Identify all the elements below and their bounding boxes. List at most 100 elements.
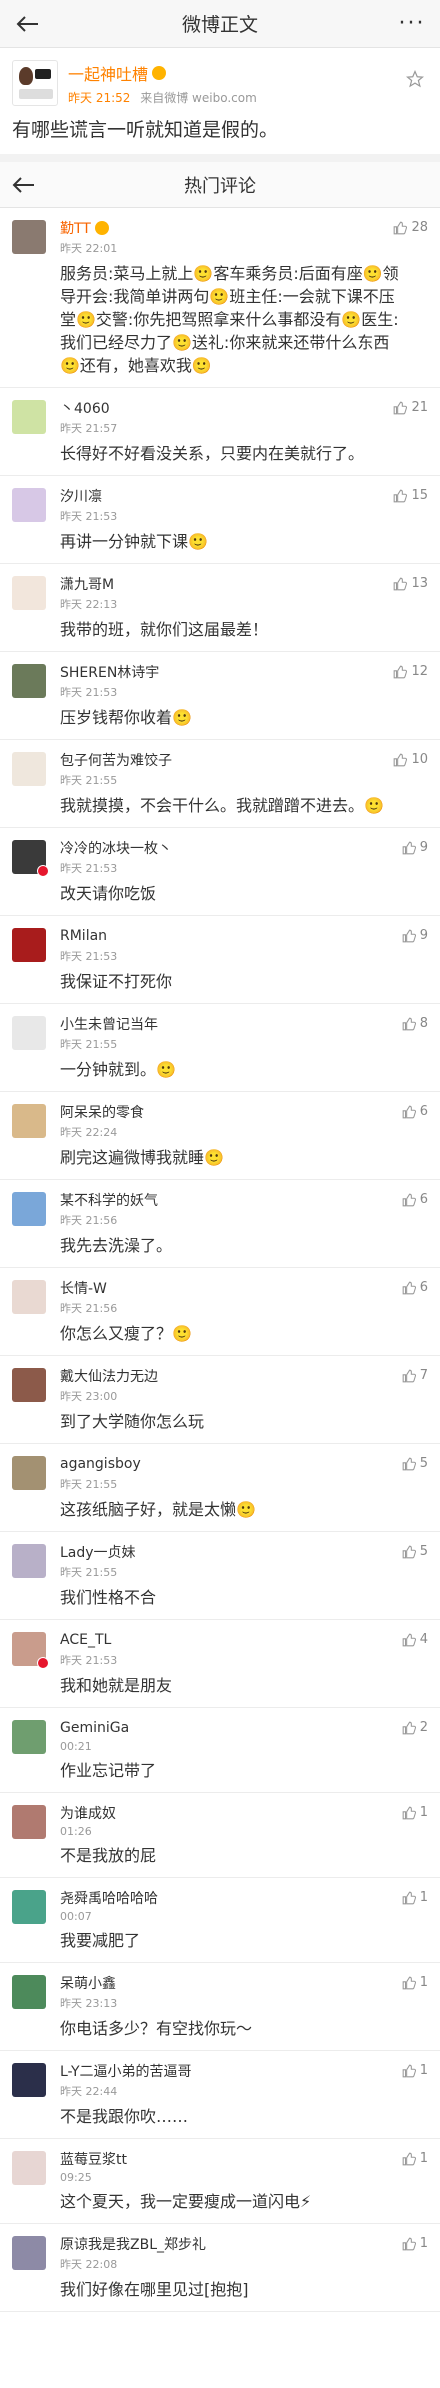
comment-author[interactable]: 丶4060: [60, 398, 110, 418]
comment-time: 昨天 22:01: [60, 242, 118, 255]
hot-back-button[interactable]: [10, 171, 38, 199]
star-icon: [405, 69, 425, 88]
comment-author[interactable]: 原谅我是我ZBL_郑步礼: [60, 2234, 206, 2254]
comment-author[interactable]: 为谁成奴: [60, 1803, 116, 1823]
avatar[interactable]: [12, 1975, 46, 2009]
thumb-up-icon: [402, 1806, 416, 1819]
avatar[interactable]: [12, 752, 46, 786]
comment-author[interactable]: GeminiGa: [60, 1720, 129, 1736]
like-button[interactable]: 5: [402, 1544, 428, 1559]
like-count: 1: [419, 1975, 428, 1990]
avatar[interactable]: [12, 1544, 46, 1578]
comment-text: 一分钟就到。🙂: [60, 1060, 176, 1079]
like-button[interactable]: 10: [393, 752, 428, 767]
comment-author[interactable]: 呆萌小鑫: [60, 1973, 116, 1993]
avatar[interactable]: [12, 1104, 46, 1138]
comment-author[interactable]: 小生未曾记当年: [60, 1014, 158, 1034]
thumb-up-icon: [402, 1193, 416, 1206]
favorite-button[interactable]: [405, 69, 425, 92]
avatar[interactable]: [12, 1456, 46, 1490]
comment-author[interactable]: 戴大仙法力无边: [60, 1366, 158, 1386]
comment-time: 昨天 21:57: [60, 422, 118, 435]
like-button[interactable]: 21: [393, 400, 428, 415]
comment-time: 昨天 23:13: [60, 1997, 118, 2010]
comment-author[interactable]: agangisboy: [60, 1456, 141, 1472]
like-button[interactable]: 4: [402, 1632, 428, 1647]
thumb-up-icon: [402, 1281, 416, 1294]
like-button[interactable]: 6: [402, 1280, 428, 1295]
post-avatar[interactable]: [12, 60, 58, 106]
comment-time: 昨天 21:53: [60, 1654, 118, 1667]
comment-author[interactable]: 长情-W: [60, 1278, 107, 1298]
avatar[interactable]: [12, 1720, 46, 1754]
comment-author[interactable]: 勤TT: [60, 218, 91, 238]
comment-author[interactable]: 某不科学的妖气: [60, 1190, 158, 1210]
comment-author[interactable]: L-Y二逼小弟的苦逼哥: [60, 2061, 192, 2081]
comment-time: 昨天 22:24: [60, 1126, 118, 1139]
comment-author[interactable]: 汐川凛: [60, 486, 102, 506]
like-button[interactable]: 1: [402, 1975, 428, 1990]
comment-author[interactable]: Lady一贞妹: [60, 1542, 136, 1562]
comment-author[interactable]: 阿呆呆的零食: [60, 1102, 144, 1122]
page-title: 微博正文: [181, 14, 258, 36]
avatar[interactable]: [12, 1805, 46, 1839]
comment-text: 不是我跟你吹……: [60, 2107, 189, 2126]
comment-author[interactable]: 潇九哥M: [60, 574, 114, 594]
like-button[interactable]: 8: [402, 1016, 428, 1031]
like-button[interactable]: 28: [393, 220, 428, 235]
comment-text: 到了大学随你怎么玩: [60, 1412, 205, 1431]
comment-author[interactable]: 尧舜禹哈哈哈哈: [60, 1888, 158, 1908]
avatar[interactable]: [12, 400, 46, 434]
avatar[interactable]: [12, 664, 46, 698]
comment-text: 我们好像在哪里见过[抱抱]: [60, 2280, 249, 2299]
like-button[interactable]: 6: [402, 1104, 428, 1119]
like-button[interactable]: 12: [393, 664, 428, 679]
avatar[interactable]: [12, 488, 46, 522]
like-button[interactable]: 9: [402, 840, 428, 855]
avatar[interactable]: [12, 1280, 46, 1314]
like-button[interactable]: 5: [402, 1456, 428, 1471]
like-count: 6: [419, 1104, 428, 1119]
avatar[interactable]: [12, 1016, 46, 1050]
thumb-up-icon: [402, 1105, 416, 1118]
avatar[interactable]: [12, 2063, 46, 2097]
comment-item: 1 蓝莓豆浆tt 09:25 这个夏天，我一定要瘦成一道闪电⚡: [0, 2139, 440, 2224]
post-time: 昨天 21:52: [68, 90, 131, 105]
avatar[interactable]: [12, 928, 46, 962]
like-button[interactable]: 1: [402, 2151, 428, 2166]
avatar[interactable]: [12, 2151, 46, 2185]
post-author[interactable]: 一起神吐槽: [68, 61, 148, 85]
comment-time: 昨天 21:55: [60, 1566, 118, 1579]
hot-comments-title: 热门评论: [184, 175, 256, 197]
like-button[interactable]: 13: [393, 576, 428, 591]
comment-author[interactable]: SHEREN林诗宇: [60, 662, 159, 682]
verified-badge-icon: [37, 1657, 49, 1669]
comment-author[interactable]: RMilan: [60, 928, 107, 944]
avatar[interactable]: [12, 1368, 46, 1402]
comment-author[interactable]: 蓝莓豆浆tt: [60, 2149, 127, 2169]
comment-author[interactable]: ACE_TL: [60, 1632, 111, 1648]
back-button[interactable]: [14, 10, 42, 38]
like-button[interactable]: 1: [402, 2063, 428, 2078]
avatar[interactable]: [12, 2236, 46, 2270]
avatar[interactable]: [12, 1890, 46, 1924]
like-count: 4: [419, 1632, 428, 1647]
thumb-up-icon: [394, 489, 408, 502]
avatar[interactable]: [12, 1192, 46, 1226]
like-button[interactable]: 1: [402, 1805, 428, 1820]
comment-time: 昨天 21:55: [60, 1038, 118, 1051]
like-button[interactable]: 2: [402, 1720, 428, 1735]
like-button[interactable]: 6: [402, 1192, 428, 1207]
comment-author[interactable]: 冷冷的冰块一枚丶: [60, 838, 172, 858]
like-count: 5: [419, 1544, 428, 1559]
like-button[interactable]: 15: [393, 488, 428, 503]
comment-author[interactable]: 包子何苦为难饺子: [60, 750, 172, 770]
more-button[interactable]: ···: [398, 10, 426, 38]
avatar[interactable]: [12, 576, 46, 610]
like-button[interactable]: 7: [402, 1368, 428, 1383]
like-button[interactable]: 1: [402, 1890, 428, 1905]
like-button[interactable]: 1: [402, 2236, 428, 2251]
like-button[interactable]: 9: [402, 928, 428, 943]
avatar[interactable]: [12, 220, 46, 254]
like-count: 1: [419, 2063, 428, 2078]
